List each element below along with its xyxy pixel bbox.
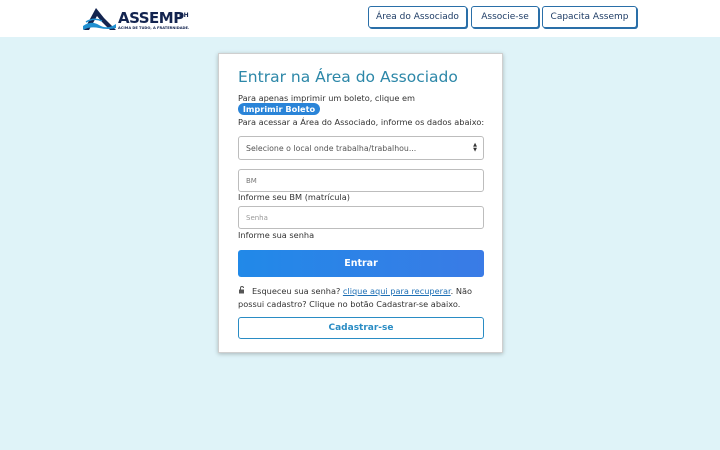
logo-emblem-icon [83, 8, 116, 30]
boleto-prompt: Para apenas imprimir um boleto, clique e… [238, 93, 416, 103]
logo-suffix: BH [179, 12, 189, 19]
assemp-logo[interactable]: ASSEMP BH ACIMA DE TUDO, A FRATERNIDADE. [82, 4, 194, 34]
recover-password-link[interactable]: clique aqui para recuperar [343, 286, 451, 296]
password-input-placeholder: Senha [246, 213, 268, 222]
bm-input-placeholder: BM [246, 176, 257, 185]
password-input[interactable]: Senha [238, 206, 484, 229]
password-hint: Informe sua senha [238, 230, 315, 240]
unlock-icon [238, 286, 247, 298]
workplace-select[interactable]: Selecione o local onde trabalha/trabalho… [238, 136, 484, 160]
top-navbar: ASSEMP BH ACIMA DE TUDO, A FRATERNIDADE.… [0, 0, 720, 37]
login-card: Entrar na Área do Associado Para apenas … [218, 53, 503, 353]
access-prompt: Para acessar a Área do Associado, inform… [238, 117, 485, 127]
workplace-select-value: Selecione o local onde trabalha/trabalho… [246, 143, 417, 153]
logo-tagline: ACIMA DE TUDO, A FRATERNIDADE. [118, 26, 190, 30]
page-title: Entrar na Área do Associado [238, 68, 458, 86]
login-submit-button[interactable]: Entrar [238, 250, 484, 277]
bm-input[interactable]: BM [238, 169, 484, 192]
forgot-password-text: Esqueceu sua senha? clique aqui para rec… [238, 285, 484, 310]
logo-wordmark: ASSEMP [118, 9, 184, 27]
nav-area-do-associado-button[interactable]: Área do Associado [368, 6, 467, 28]
forgot-prefix: Esqueceu sua senha? [252, 286, 341, 296]
print-boleto-button[interactable]: Imprimir Boleto [238, 103, 320, 115]
nav-associe-se-button[interactable]: Associe-se [471, 6, 539, 28]
bm-hint: Informe seu BM (matrícula) [238, 192, 350, 202]
select-arrows-icon: ▲ ▼ [473, 142, 477, 153]
register-button[interactable]: Cadastrar-se [238, 317, 484, 339]
nav-capacita-assemp-button[interactable]: Capacita Assemp [542, 6, 637, 28]
